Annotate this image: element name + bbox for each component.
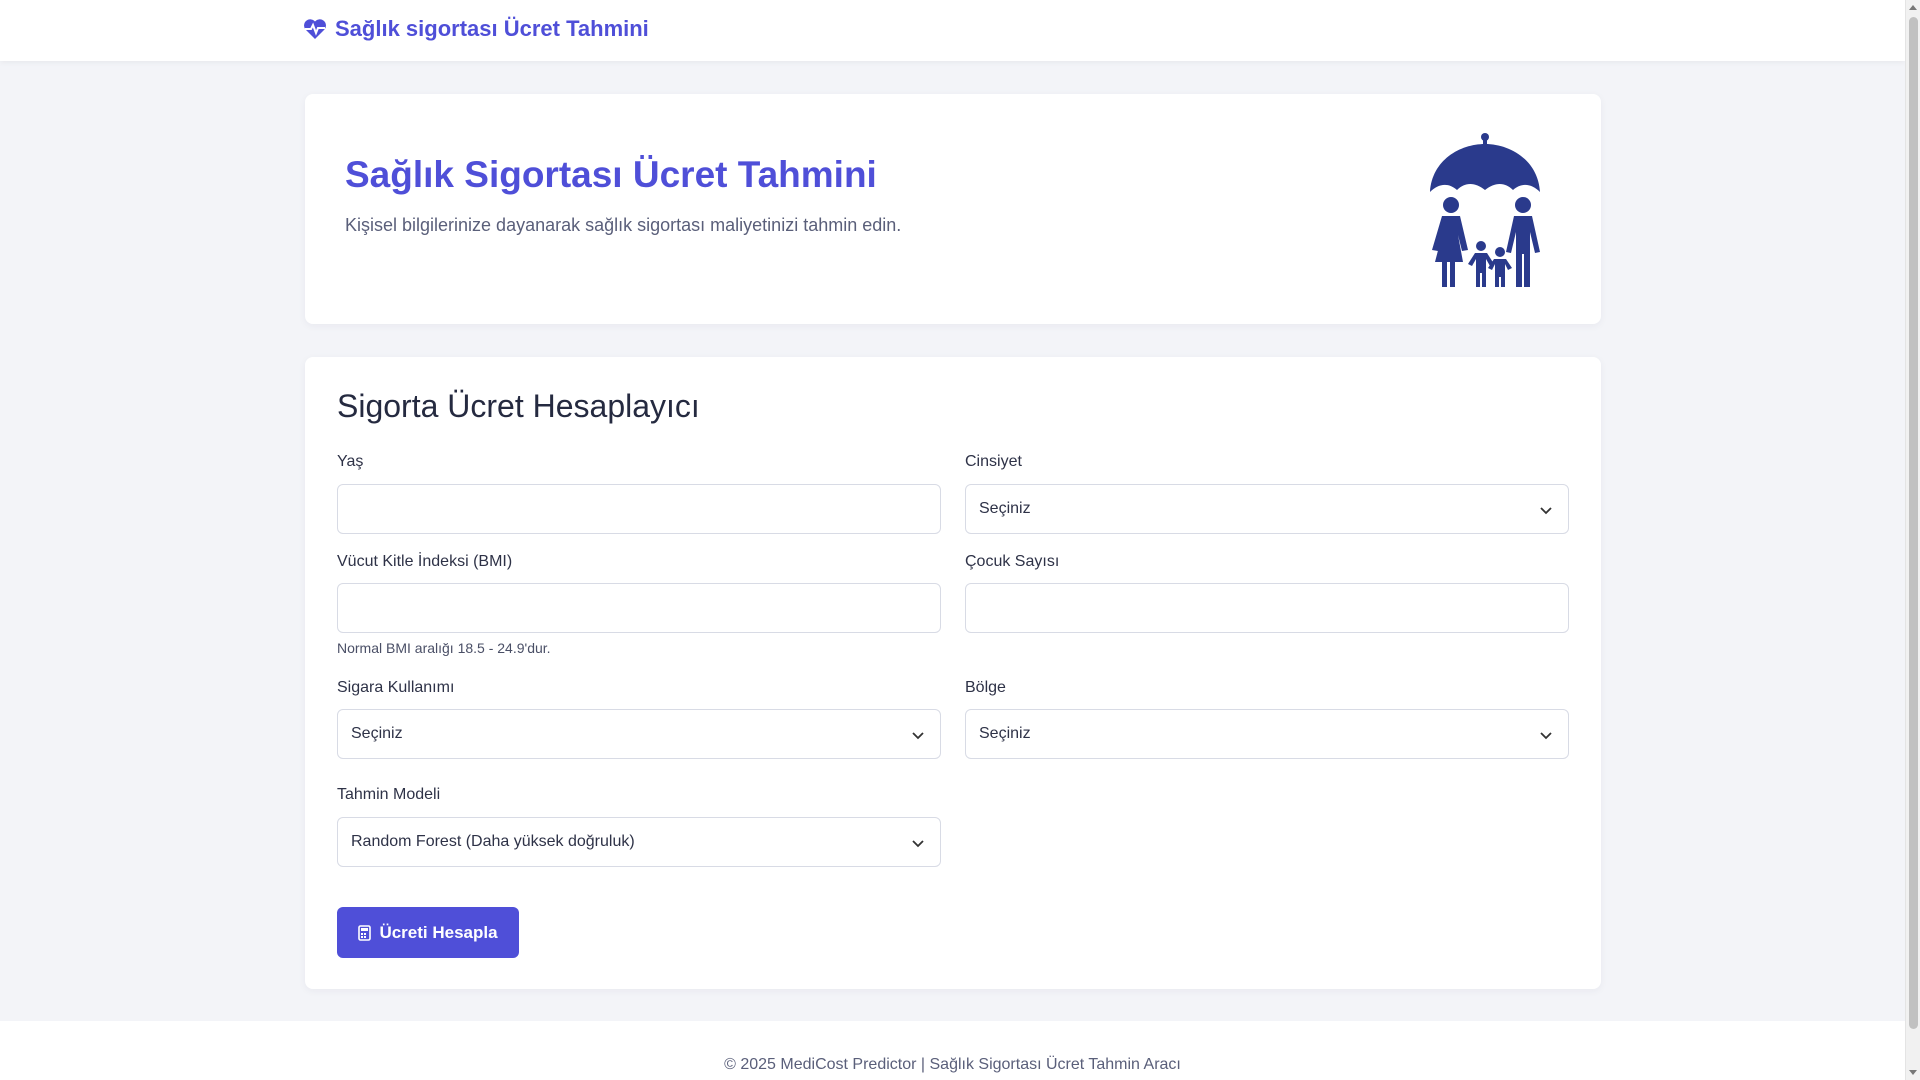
region-selected-value: Seçiniz [979, 725, 1031, 742]
age-label: Yaş [337, 453, 364, 470]
hero-card: Sağlık Sigortası Ücret Tahmini Kişisel b… [305, 94, 1601, 324]
children-input[interactable] [965, 583, 1569, 633]
heart-pulse-icon [304, 19, 326, 39]
chevron-down-icon [912, 732, 924, 740]
form-title: Sigorta Ücret Hesaplayıcı [337, 388, 700, 424]
footer-text: © 2025 MediCost Predictor | Sağlık Sigor… [724, 1056, 1181, 1073]
chevron-down-icon [912, 840, 924, 848]
model-selected-value: Random Forest (Daha yüksek doğruluk) [351, 833, 635, 850]
navbar: Sağlık sigortası Ücret Tahmini [0, 0, 1905, 61]
page-scrollbar[interactable] [1905, 0, 1920, 1080]
bmi-help-text: Normal BMI aralığı 18.5 - 24.9'dur. [337, 640, 551, 656]
gender-selected-value: Seçiniz [979, 500, 1031, 517]
children-label: Çocuk Sayısı [965, 553, 1060, 570]
gender-select[interactable]: Seçiniz [965, 484, 1569, 534]
calculate-button[interactable]: Ücreti Hesapla [337, 907, 519, 958]
smoker-select[interactable]: Seçiniz [337, 709, 941, 759]
scroll-down-icon[interactable] [1909, 1070, 1917, 1075]
bmi-label: Vücut Kitle İndeksi (BMI) [337, 553, 513, 570]
calculate-button-label: Ücreti Hesapla [379, 922, 498, 942]
smoker-selected-value: Seçiniz [351, 725, 403, 742]
family-umbrella-icon [1430, 133, 1540, 287]
hero-subtitle: Kişisel bilgilerinize dayanarak sağlık s… [345, 215, 902, 235]
bmi-input[interactable] [337, 583, 941, 633]
scroll-up-icon[interactable] [1909, 5, 1917, 10]
gender-label: Cinsiyet [965, 453, 1022, 470]
model-select[interactable]: Random Forest (Daha yüksek doğruluk) [337, 817, 941, 867]
smoker-label: Sigara Kullanımı [337, 679, 455, 696]
chevron-down-icon [1540, 732, 1552, 740]
calculator-icon [358, 924, 372, 941]
brand-link[interactable]: Sağlık sigortası Ücret Tahmini [303, 16, 649, 42]
calculator-form-card: Sigorta Ücret Hesaplayıcı Yaş Cinsiyet S… [305, 357, 1601, 989]
footer: © 2025 MediCost Predictor | Sağlık Sigor… [0, 1021, 1905, 1080]
age-input[interactable] [337, 484, 941, 534]
region-select[interactable]: Seçiniz [965, 709, 1569, 759]
model-label: Tahmin Modeli [337, 786, 441, 803]
scrollbar-thumb[interactable] [1909, 17, 1918, 1029]
hero-title: Sağlık Sigortası Ücret Tahmini [345, 154, 877, 195]
region-label: Bölge [965, 679, 1006, 696]
brand-title: Sağlık sigortası Ücret Tahmini [335, 16, 649, 41]
chevron-down-icon [1540, 507, 1552, 515]
